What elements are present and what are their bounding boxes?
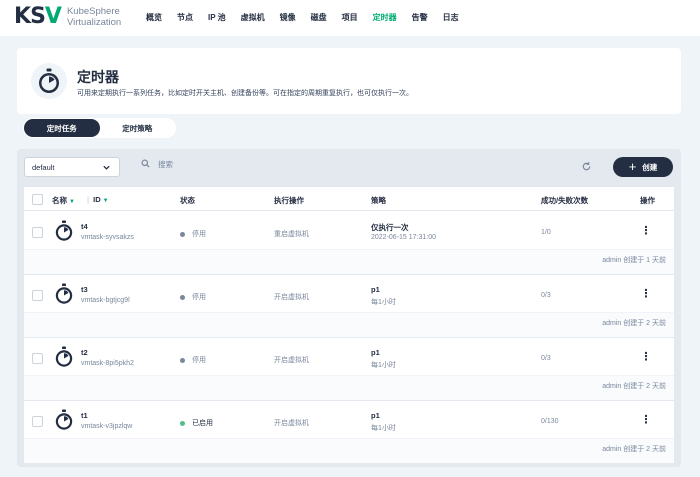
- status-badge: 已启用: [180, 418, 213, 428]
- task-id: vmtask-v3jpzlqw: [81, 423, 133, 430]
- more-icon[interactable]: ⋮: [640, 350, 652, 364]
- row-checkbox[interactable]: [32, 227, 43, 238]
- top-navbar: KSV KubeSphere Virtualization 概览 节点 IP 池…: [0, 0, 700, 36]
- table-row: t3 vmtask-bgtjcg9l 停用 开启虚拟机 p1 每1小时 0/3 …: [24, 275, 674, 338]
- nav-disks[interactable]: 磁盘: [311, 12, 327, 23]
- col-ops: 操作: [640, 196, 655, 205]
- main-nav: 概览 节点 IP 池 虚拟机 镜像 磁盘 项目 定时器 告警 日志: [146, 12, 474, 23]
- task-policy: p1: [371, 411, 380, 420]
- task-table: 名称 ▼ | ID ▼ 状态 执行操作 策略 成功/失败次数 操作 t4 vmtask…: [24, 187, 674, 464]
- status-badge: 停用: [180, 229, 206, 239]
- task-count: 1/0: [541, 229, 551, 236]
- task-count: 0/130: [541, 418, 559, 425]
- page-header: 定时器 可用来定期执行一系列任务，比如定时开关主机、创建备份等。可在指定的周期重…: [17, 48, 681, 114]
- chevron-down-icon: [102, 163, 111, 174]
- status-dot: [180, 231, 185, 237]
- table-row: t4 vmtask-syvsakzs 停用 重启虚拟机 仅执行一次 2022-0…: [24, 212, 674, 275]
- task-list-card: default 搜索 + 创建 名称 ▼ | ID ▼ 状态 执行操作 策略 成功/: [17, 149, 681, 467]
- task-count: 0/3: [541, 355, 551, 362]
- created-by: admin 创建于 2 天前: [602, 383, 666, 390]
- list-toolbar: default 搜索 + 创建: [17, 149, 681, 187]
- timer-icon: [53, 409, 75, 433]
- task-name[interactable]: t1: [81, 411, 88, 420]
- nav-vms[interactable]: 虚拟机: [241, 12, 265, 23]
- task-policy-detail: 每1小时: [371, 299, 396, 306]
- sort-icon: ▼: [69, 199, 75, 205]
- create-label: 创建: [642, 162, 658, 172]
- table-row: t1 vmtask-v3jpzlqw 已启用 开启虚拟机 p1 每1小时 0/1…: [24, 401, 674, 464]
- task-action: 开启虚拟机: [274, 294, 309, 301]
- status-badge: 停用: [180, 292, 206, 302]
- col-id[interactable]: | ID ▼: [87, 195, 109, 204]
- row-checkbox[interactable]: [32, 416, 43, 427]
- search-input[interactable]: 搜索: [141, 159, 173, 170]
- refresh-icon[interactable]: [581, 161, 592, 174]
- nav-images[interactable]: 镜像: [280, 12, 296, 23]
- logo-text: KubeSphere Virtualization: [66, 6, 122, 28]
- col-policy: 策略: [371, 196, 386, 205]
- created-by: admin 创建于 1 天前: [602, 257, 666, 264]
- col-count: 成功/失败次数: [541, 196, 589, 205]
- col-action: 执行操作: [274, 196, 304, 205]
- task-name[interactable]: t3: [81, 285, 88, 294]
- task-policy: 仅执行一次: [371, 223, 409, 232]
- nav-ip-pool[interactable]: IP 池: [208, 12, 226, 23]
- tab-bar: 定时任务 定时策略: [23, 118, 176, 138]
- nav-timers[interactable]: 定时器: [373, 12, 397, 23]
- search-icon: [141, 159, 158, 170]
- task-policy: p1: [371, 348, 380, 357]
- status-dot: [180, 420, 185, 426]
- kubesphere-logo[interactable]: KSV KubeSphere Virtualization: [14, 5, 121, 29]
- col-name[interactable]: 名称 ▼: [52, 195, 75, 206]
- page-title: 定时器: [77, 69, 119, 85]
- table-row: t2 vmtask-8pi5pkh2 停用 开启虚拟机 p1 每1小时 0/3 …: [24, 338, 674, 401]
- col-status: 状态: [180, 196, 195, 205]
- logo-mark: KSV: [14, 4, 62, 29]
- task-id: vmtask-8pi5pkh2: [81, 360, 134, 367]
- status-dot: [180, 294, 185, 300]
- select-all-checkbox[interactable]: [32, 194, 43, 205]
- search-placeholder: 搜索: [158, 160, 173, 169]
- tab-timed-policies[interactable]: 定时策略: [100, 119, 176, 137]
- task-name[interactable]: t4: [81, 222, 88, 231]
- created-by: admin 创建于 2 天前: [602, 320, 666, 327]
- row-checkbox[interactable]: [32, 290, 43, 301]
- task-count: 0/3: [541, 292, 551, 299]
- more-icon[interactable]: ⋮: [640, 224, 652, 238]
- nav-nodes[interactable]: 节点: [177, 12, 193, 23]
- row-checkbox[interactable]: [32, 353, 43, 364]
- nav-overview[interactable]: 概览: [146, 12, 162, 23]
- more-icon[interactable]: ⋮: [640, 287, 652, 301]
- timer-icon: [53, 283, 75, 307]
- timer-icon: [53, 220, 75, 244]
- task-id: vmtask-bgtjcg9l: [81, 297, 130, 304]
- sort-icon: ▼: [102, 198, 109, 204]
- task-policy: p1: [371, 285, 380, 294]
- task-name[interactable]: t2: [81, 348, 88, 357]
- nav-logs[interactable]: 日志: [443, 12, 459, 23]
- table-header: 名称 ▼ | ID ▼ 状态 执行操作 策略 成功/失败次数 操作: [24, 187, 674, 211]
- nav-alerts[interactable]: 告警: [412, 12, 428, 23]
- status-badge: 停用: [180, 355, 206, 365]
- task-action: 开启虚拟机: [274, 420, 309, 427]
- page-description: 可用来定期执行一系列任务，比如定时开关主机、创建备份等。可在指定的周期重复执行，…: [77, 90, 413, 97]
- tab-timed-tasks[interactable]: 定时任务: [24, 119, 100, 137]
- task-policy-detail: 每1小时: [371, 362, 396, 369]
- create-button[interactable]: + 创建: [613, 157, 673, 177]
- nav-projects[interactable]: 项目: [342, 12, 358, 23]
- timer-icon: [31, 63, 67, 99]
- task-action: 开启虚拟机: [274, 357, 309, 364]
- task-policy-detail: 2022-06-15 17:31:00: [371, 234, 436, 241]
- task-action: 重启虚拟机: [274, 231, 309, 238]
- more-icon[interactable]: ⋮: [640, 413, 652, 427]
- timer-icon: [53, 346, 75, 370]
- project-select-value: default: [32, 162, 55, 172]
- task-policy-detail: 每1小时: [371, 425, 396, 432]
- created-by: admin 创建于 2 天前: [602, 446, 666, 453]
- plus-icon: +: [628, 159, 637, 174]
- task-id: vmtask-syvsakzs: [81, 234, 134, 241]
- project-select[interactable]: default: [24, 157, 120, 177]
- status-dot: [180, 357, 185, 363]
